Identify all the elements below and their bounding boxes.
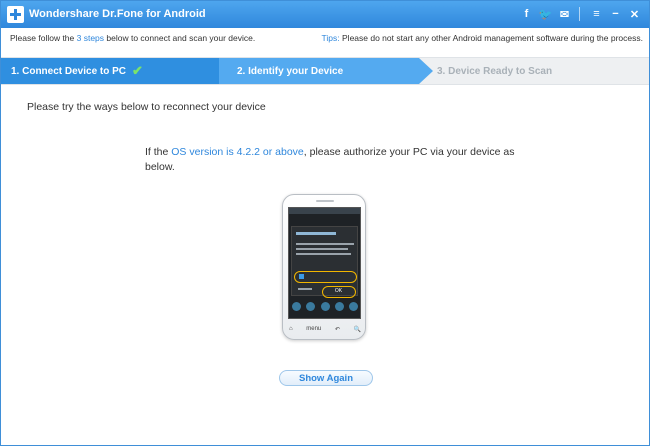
close-icon[interactable]: ✕ <box>626 6 643 23</box>
ok-highlight: OK <box>322 286 356 298</box>
cancel-option <box>298 288 312 290</box>
dialog-title-line <box>296 232 336 235</box>
title-bar-divider <box>579 7 580 21</box>
app-icon <box>320 302 330 311</box>
info-bar: Please follow the 3 steps below to conne… <box>1 28 649 48</box>
title-bar: Wondershare Dr.Fone for Android f 🐦 ✉ ≡ … <box>1 1 649 28</box>
step-device-ready: 3. Device Ready to Scan <box>437 58 552 84</box>
os-version-link[interactable]: OS version is 4.2.2 or above <box>171 146 304 158</box>
usb-debugging-dialog: OK <box>291 226 358 298</box>
dialog-text-line <box>296 248 348 250</box>
dr-fone-logo-icon <box>7 6 24 23</box>
app-icon <box>349 302 358 311</box>
twitter-icon[interactable]: 🐦 <box>537 6 554 23</box>
back-icon: ↶ <box>334 326 340 333</box>
phone-app-dock <box>292 302 358 312</box>
step-2-label: 2. Identify your Device <box>237 65 344 77</box>
step-identify-device: 2. Identify your Device <box>219 58 419 84</box>
phone-screen: OK <box>288 207 361 319</box>
minimize-icon[interactable]: − <box>607 6 624 23</box>
ok-label: OK <box>334 288 343 294</box>
step-3-label: 3. Device Ready to Scan <box>437 65 553 77</box>
app-icon <box>334 302 344 311</box>
facebook-icon[interactable]: f <box>518 6 535 23</box>
phone-hardware-keys: ⌂ menu ↶ 🔍 <box>289 323 361 335</box>
phone-earpiece <box>316 200 334 202</box>
search-icon: 🔍 <box>353 326 361 333</box>
steps-hint-prefix: Please follow the <box>10 33 77 43</box>
tips: Tips: Please do not start any other Andr… <box>322 33 643 43</box>
app-window: Wondershare Dr.Fone for Android f 🐦 ✉ ≡ … <box>0 0 650 446</box>
always-allow-highlight <box>294 271 357 283</box>
reconnect-hint: Please try the ways below to reconnect y… <box>27 101 266 113</box>
dialog-text-line <box>296 253 351 255</box>
checkmark-icon: ✔ <box>132 63 143 78</box>
title-bar-icons: f 🐦 ✉ ≡ − ✕ <box>516 5 643 23</box>
phone-illustration: OK ⌂ menu ↶ 🔍 <box>282 194 366 340</box>
instruction-prefix: If the <box>145 146 172 158</box>
menu-icon[interactable]: ≡ <box>588 6 605 23</box>
app-icon <box>306 302 316 311</box>
always-allow-checkbox <box>299 274 304 279</box>
app-icon <box>292 302 301 311</box>
dialog-text-line <box>296 243 354 245</box>
step-connect-device: 1. Connect Device to PC ✔ <box>1 58 219 84</box>
step-1-label: 1. Connect Device to PC <box>11 65 127 77</box>
show-again-button[interactable]: Show Again <box>279 370 373 386</box>
phone-status-bar <box>289 208 360 214</box>
home-icon: ⌂ <box>289 326 293 332</box>
step-2-arrow <box>419 58 433 84</box>
tips-text: Please do not start any other Android ma… <box>339 33 643 43</box>
steps-link[interactable]: 3 steps <box>77 33 104 43</box>
steps-hint: Please follow the 3 steps below to conne… <box>10 33 255 43</box>
tips-label: Tips: <box>321 33 340 43</box>
chat-icon[interactable]: ✉ <box>556 6 573 23</box>
menu-key-label: menu <box>306 326 322 332</box>
authorize-instruction: If the OS version is 4.2.2 or above, ple… <box>145 145 515 175</box>
step-progress-bar: 1. Connect Device to PC ✔ 2. Identify yo… <box>1 57 649 85</box>
steps-hint-suffix: below to connect and scan your device. <box>104 33 256 43</box>
app-title: Wondershare Dr.Fone for Android <box>29 8 206 20</box>
